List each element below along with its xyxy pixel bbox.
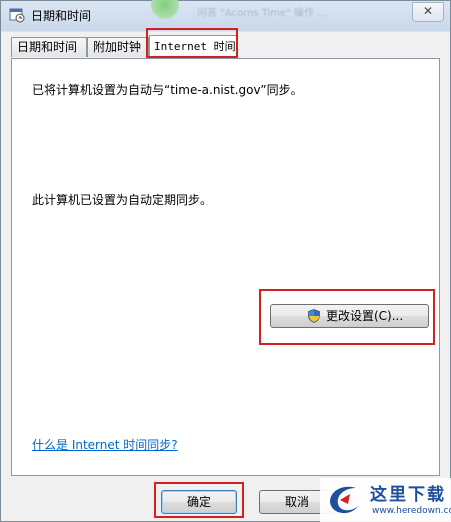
tab-date-time[interactable]: 日期和时间 xyxy=(11,37,87,57)
sync-status-text: 已将计算机设置为自动与“time-a.nist.gov”同步。 xyxy=(32,83,303,97)
watermark-site-name: 这里下载 xyxy=(370,485,446,505)
date-time-dialog: 日期和时间 问答 "Acorns Time" 操作 ... ✕ 日期和时间 附加… xyxy=(0,0,451,522)
highlight-box-change-settings xyxy=(259,289,435,345)
title-bar[interactable]: 日期和时间 问答 "Acorns Time" 操作 ... ✕ xyxy=(1,0,450,29)
watermark-url: www.heredown.com xyxy=(372,506,451,516)
heredown-logo-icon xyxy=(330,486,358,514)
auto-sync-status-text: 此计算机已设置为自动定期同步。 xyxy=(32,193,213,207)
calendar-clock-icon xyxy=(9,8,25,23)
window-title: 日期和时间 xyxy=(31,9,92,23)
close-button[interactable]: ✕ xyxy=(412,2,444,22)
tab-additional-clocks[interactable]: 附加时钟 xyxy=(87,37,149,57)
close-icon: ✕ xyxy=(422,4,434,18)
site-watermark: 这里下载 www.heredown.com xyxy=(320,478,451,522)
internet-time-help-link[interactable]: 什么是 Internet 时间同步? xyxy=(32,436,178,453)
highlight-box-internet-tab xyxy=(146,28,238,58)
blurred-notification-icon xyxy=(151,0,179,19)
highlight-box-ok-button xyxy=(154,482,244,518)
internet-time-panel: 已将计算机设置为自动与“time-a.nist.gov”同步。 此计算机已设置为… xyxy=(11,58,440,476)
blurred-notification-text: 问答 "Acorns Time" 操作 ... xyxy=(197,8,327,19)
